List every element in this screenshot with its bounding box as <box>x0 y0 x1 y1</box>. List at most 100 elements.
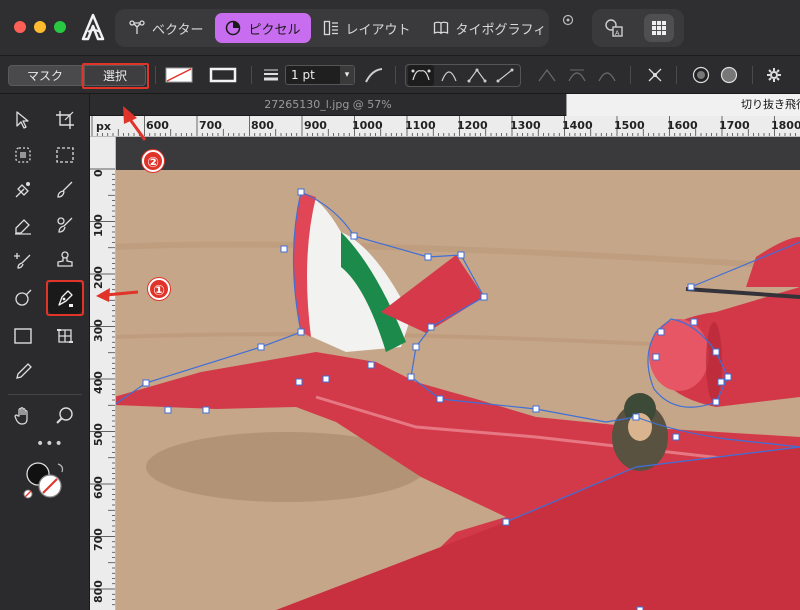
minimize-window-button[interactable] <box>34 21 46 33</box>
pen-mode-group <box>405 64 521 87</box>
ruler-label-700: 700 <box>199 119 222 132</box>
node-smooth-icon[interactable] <box>566 66 588 84</box>
ruler-horizontal[interactable]: px 500 600 700 800 900 1000 1100 1200 13… <box>90 116 800 137</box>
layout-persona-icon <box>323 20 338 36</box>
annotation-arrow-1 <box>96 288 139 302</box>
step-2-badge: ② <box>142 150 164 172</box>
document-tab-active[interactable]: 切り抜き飛行 <box>566 94 800 116</box>
pressure-curve-icon[interactable] <box>364 66 384 84</box>
persona-typography[interactable]: タイポグラフィ <box>423 13 557 43</box>
ruler-label-v400: 400 <box>92 371 105 394</box>
geometry-add-icon[interactable] <box>690 66 712 84</box>
node-sharp-icon[interactable] <box>536 66 558 84</box>
ruler-label-v600: 600 <box>92 476 105 499</box>
persona-pixel[interactable]: ピクセル <box>215 13 311 43</box>
ruler-vertical[interactable]: 0 100 200 300 400 500 600 700 800 <box>90 137 116 610</box>
document-tab-inactive[interactable]: 27265130_l.jpg @ 57% <box>90 94 566 116</box>
rectangle-icon <box>14 328 32 344</box>
eraser-icon <box>15 219 31 235</box>
snapping-icon[interactable] <box>645 66 665 84</box>
ruler-label-1200: 1200 <box>457 119 488 132</box>
ruler-label-1000: 1000 <box>352 119 383 132</box>
mask-button[interactable]: マスク <box>8 65 82 86</box>
app-window: ベクター ピクセル レイアウト タイポグラフィ A マスク 選択 1 pt ▾ … <box>0 0 800 610</box>
ruler-unit-label: px <box>96 120 111 133</box>
mesh-warp-tool[interactable] <box>48 320 82 352</box>
ruler-label-1400: 1400 <box>562 119 593 132</box>
persona-layout[interactable]: レイアウト <box>313 13 421 43</box>
mesh-warp-icon <box>57 329 73 343</box>
zoom-tool[interactable] <box>48 400 82 432</box>
hand-icon <box>14 407 28 425</box>
chevron-down-icon[interactable]: ▾ <box>340 66 354 84</box>
persona-pixel-label: ピクセル <box>248 22 301 38</box>
rectangle-tool[interactable] <box>6 320 40 352</box>
stroke-width-field[interactable]: 1 pt ▾ <box>285 65 355 85</box>
stamp-tool[interactable] <box>48 244 82 276</box>
pen-tool-highlight <box>46 280 84 316</box>
color-swatches-icon[interactable] <box>20 456 72 506</box>
ruler-label-v500: 500 <box>92 423 105 446</box>
pen-mode-smart-icon[interactable] <box>436 65 462 86</box>
move-arrow-icon <box>16 111 29 129</box>
dodge-burn-tool[interactable] <box>6 282 40 314</box>
crop-tool[interactable] <box>48 104 82 136</box>
grid-view-button[interactable] <box>644 14 674 42</box>
toolbar-divider <box>155 66 156 84</box>
stroke-weight-icon[interactable] <box>262 66 280 84</box>
fill-brush-icon <box>15 182 30 198</box>
typography-persona-icon <box>433 21 448 34</box>
view-tool[interactable] <box>6 400 40 432</box>
flood-fill-tool[interactable] <box>6 174 40 206</box>
paint-brush-icon <box>57 181 73 198</box>
view-mode-group: A <box>592 9 684 47</box>
photo-artwork <box>116 170 800 610</box>
persona-typography-label: タイポグラフィ <box>455 22 547 38</box>
ruler-label-900: 900 <box>304 119 327 132</box>
annotation-arrow-2 <box>123 106 147 141</box>
ruler-label-1800: 1800 <box>771 119 800 132</box>
selection-brush-icon <box>15 147 31 163</box>
marquee-tool[interactable] <box>48 139 82 171</box>
document-tabs: 27265130_l.jpg @ 57% 切り抜き飛行 <box>90 94 800 116</box>
ruler-label-v700: 700 <box>92 528 105 551</box>
node-smart-icon[interactable] <box>596 66 618 84</box>
gear-icon[interactable] <box>765 66 783 84</box>
selection-brush-tool[interactable] <box>6 139 40 171</box>
ruler-label-1100: 1100 <box>405 119 436 132</box>
stroke-width-value: 1 pt <box>291 68 315 82</box>
pixel-persona-icon <box>226 20 241 36</box>
inpainting-icon <box>14 253 31 269</box>
stroke-swatch-icon[interactable] <box>209 66 237 84</box>
color-picker-tool[interactable] <box>6 356 40 388</box>
persona-layout-label: レイアウト <box>345 22 411 38</box>
more-tools-icon[interactable]: ••• <box>36 436 64 452</box>
ruler-label-500: 500 <box>97 116 116 119</box>
clone-brush-tool[interactable] <box>48 209 82 241</box>
zoom-window-button[interactable] <box>54 21 66 33</box>
pen-mode-polygon-icon[interactable] <box>464 65 490 86</box>
vector-persona-icon <box>129 20 145 34</box>
toolbar-divider <box>251 66 252 84</box>
svg-text:A: A <box>615 29 620 37</box>
ruler-label-v0: 0 <box>92 169 105 177</box>
persona-options-icon[interactable] <box>562 14 574 26</box>
ruler-label-800: 800 <box>251 119 274 132</box>
paint-brush-tool[interactable] <box>48 174 82 206</box>
pen-mode-line-icon[interactable] <box>492 65 518 86</box>
move-tool[interactable] <box>6 104 40 136</box>
fill-none-swatch-icon[interactable] <box>165 66 193 84</box>
close-window-button[interactable] <box>14 21 26 33</box>
tools-panel: ••• <box>0 94 90 610</box>
pen-mode-bezier-icon[interactable] <box>408 65 434 86</box>
persona-vector[interactable]: ベクター <box>119 13 213 43</box>
persona-vector-label: ベクター <box>152 22 204 38</box>
export-persona-icon: A <box>605 19 623 37</box>
ruler-label-1600: 1600 <box>667 119 698 132</box>
document-canvas[interactable] <box>116 137 800 610</box>
erase-brush-tool[interactable] <box>6 209 40 241</box>
geometry-subtract-icon[interactable] <box>718 66 740 84</box>
export-persona-button[interactable]: A <box>600 14 630 42</box>
rectangle-marquee-icon <box>56 147 74 163</box>
inpainting-tool[interactable] <box>6 244 40 276</box>
